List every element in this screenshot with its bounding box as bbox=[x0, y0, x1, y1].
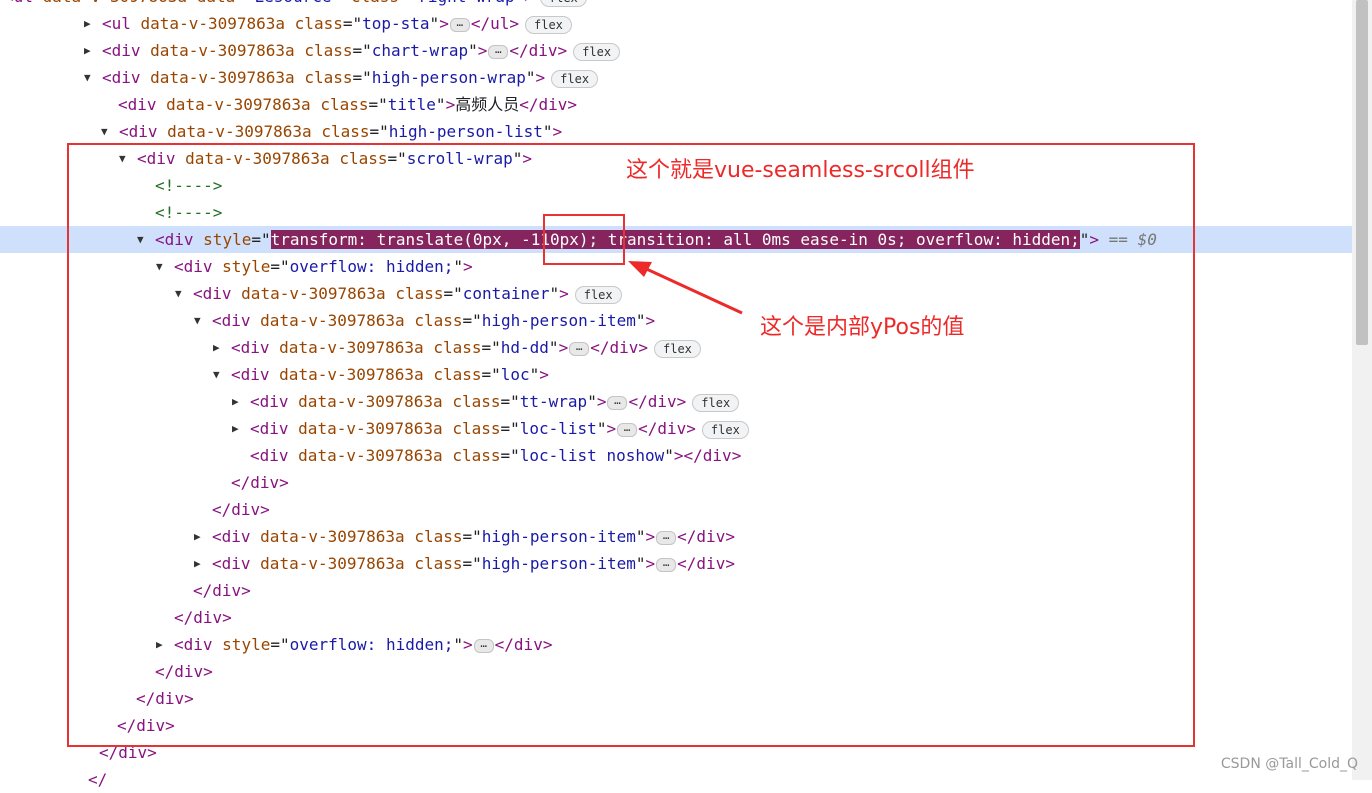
watermark: CSDN @Tall_Cold_Q bbox=[1220, 756, 1358, 772]
vertical-scrollbar[interactable] bbox=[1352, 0, 1372, 780]
ypos-note: 这个是内部yPos的值 bbox=[760, 315, 965, 340]
component-note: 这个就是vue-seamless-srcoll组件 bbox=[626, 158, 975, 183]
annotation-arrow-icon bbox=[628, 261, 743, 315]
scrollbar-thumb[interactable] bbox=[1356, 0, 1368, 345]
